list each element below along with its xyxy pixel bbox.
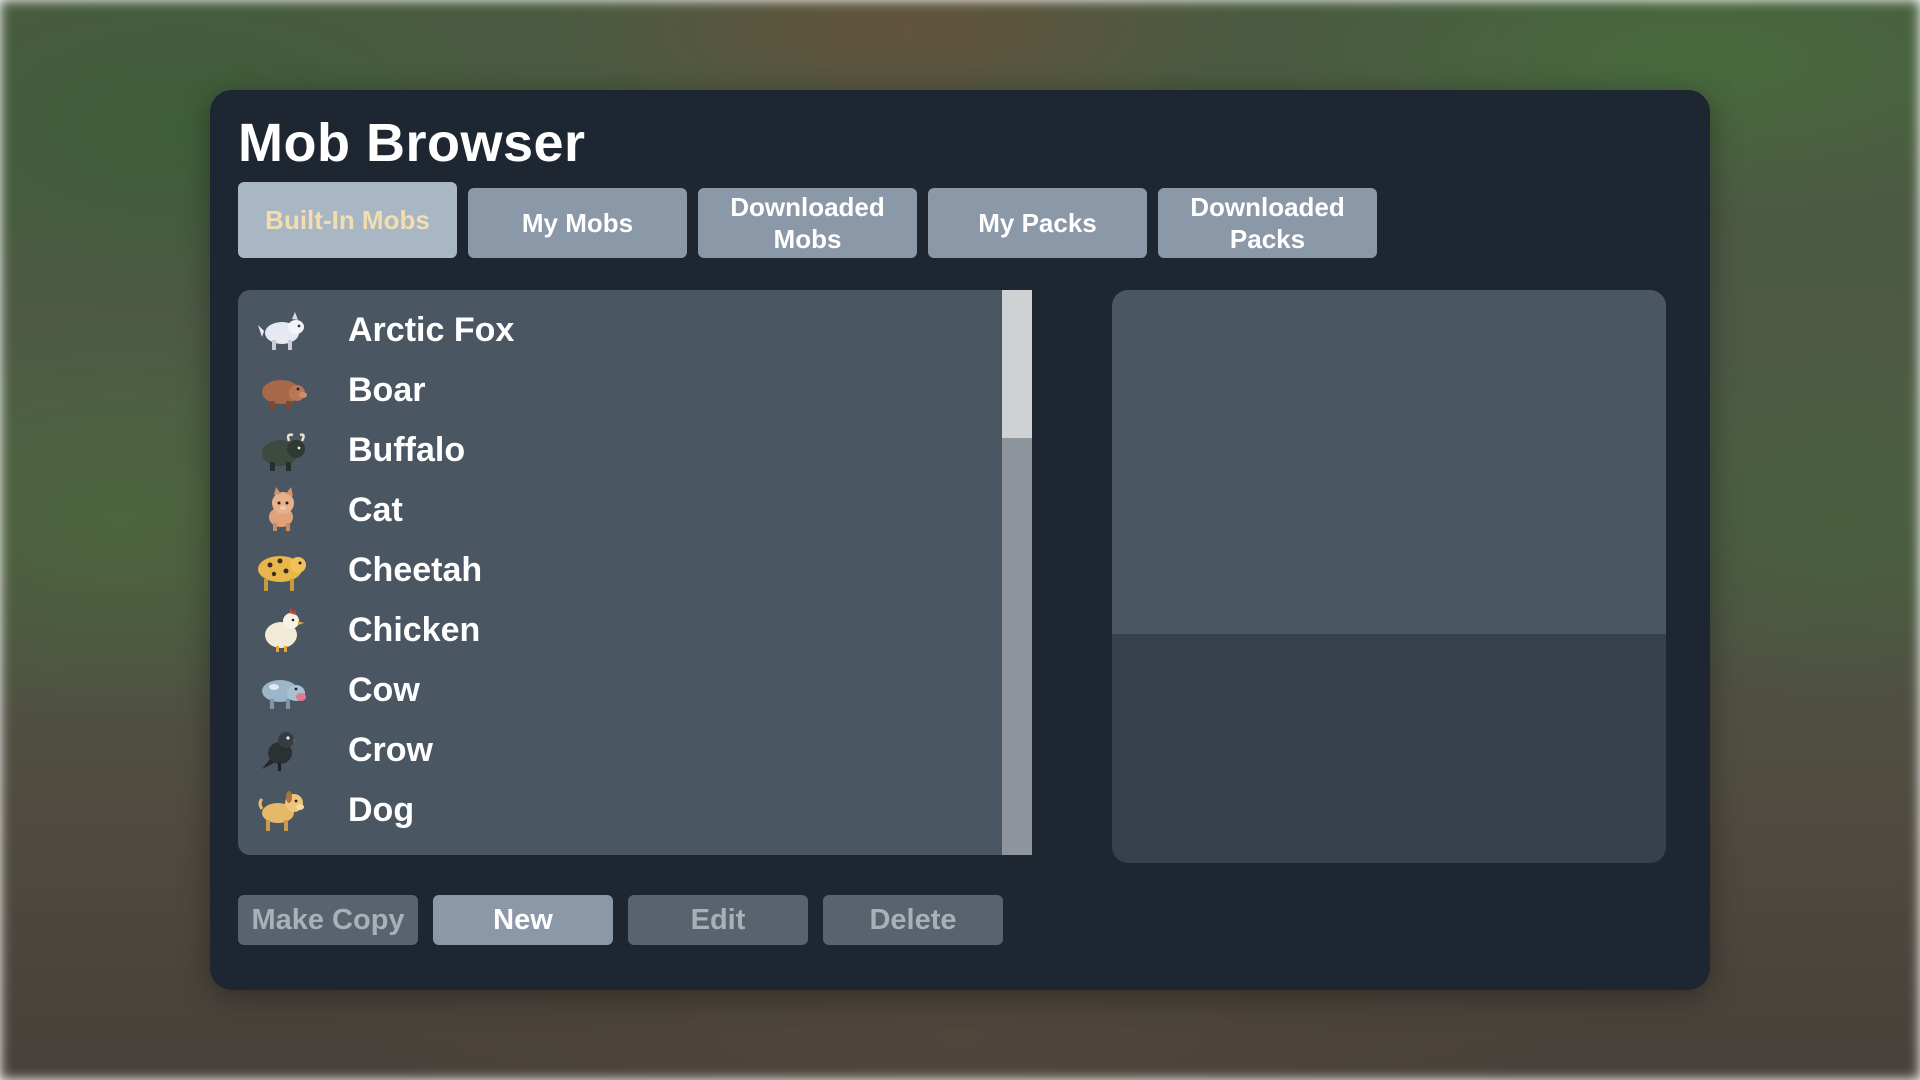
- tab-label: Downloaded Mobs: [730, 192, 885, 254]
- buffalo-icon: [262, 433, 305, 471]
- preview-details: [1112, 634, 1666, 863]
- tab-label: Built-In Mobs: [265, 205, 430, 235]
- preview-viewport: [1112, 290, 1666, 634]
- boar-icon: [262, 380, 307, 409]
- delete-button[interactable]: Delete: [823, 895, 1003, 945]
- new-button[interactable]: New: [433, 895, 613, 945]
- list-item[interactable]: Buffalo: [238, 420, 972, 480]
- list-item[interactable]: Cheetah: [238, 540, 972, 600]
- mob-name: Buffalo: [348, 430, 466, 469]
- dialog-title: Mob Browser: [238, 113, 586, 173]
- mob-name: Chicken: [348, 610, 481, 649]
- chicken-icon: [265, 608, 304, 652]
- mob-preview-panel: [1112, 290, 1666, 863]
- list-item[interactable]: Crow: [238, 720, 972, 780]
- list-item[interactable]: Boar: [238, 360, 972, 420]
- make-copy-button[interactable]: Make Copy: [238, 895, 418, 945]
- tab-my-mobs[interactable]: My Mobs: [468, 188, 687, 258]
- tab-label: My Packs: [978, 208, 1097, 238]
- list-item[interactable]: Dog: [238, 780, 972, 840]
- tab-label: My Mobs: [521, 208, 634, 238]
- list-item[interactable]: Cat: [238, 480, 972, 540]
- mob-name: Cheetah: [348, 550, 483, 589]
- mob-list: Arctic Fox Boar Buffalo Cat Cheetah Chic…: [238, 290, 1002, 855]
- cheetah-icon: [258, 556, 306, 591]
- arctic-fox-icon: [258, 312, 304, 350]
- tab-built-in-mobs[interactable]: Built-In Mobs: [238, 182, 457, 258]
- list-item[interactable]: Cow: [238, 660, 972, 720]
- cow-icon: [262, 680, 306, 709]
- tab-downloaded-mobs[interactable]: Downloaded Mobs: [698, 188, 917, 258]
- mob-browser-dialog: Mob Browser Built-In Mobs My Mobs Downlo…: [210, 90, 1710, 990]
- dog-icon: [258, 791, 304, 831]
- mob-name: Cat: [348, 490, 403, 529]
- mob-name: Boar: [348, 370, 426, 409]
- mob-list-scrollbar[interactable]: [1002, 290, 1032, 855]
- mob-name: Arctic Fox: [348, 310, 515, 349]
- cat-icon: [269, 487, 294, 531]
- mob-name: Dog: [348, 790, 415, 829]
- mob-name: Cow: [348, 670, 420, 709]
- mob-name: Crow: [348, 730, 433, 769]
- tab-label: Downloaded Packs: [1190, 192, 1345, 254]
- edit-button[interactable]: Edit: [628, 895, 808, 945]
- tab-downloaded-packs[interactable]: Downloaded Packs: [1158, 188, 1377, 258]
- tab-my-packs[interactable]: My Packs: [928, 188, 1147, 258]
- list-item[interactable]: Chicken: [238, 600, 972, 660]
- crow-icon: [262, 732, 302, 771]
- scrollbar-thumb[interactable]: [1002, 290, 1032, 438]
- list-item[interactable]: Arctic Fox: [238, 300, 972, 360]
